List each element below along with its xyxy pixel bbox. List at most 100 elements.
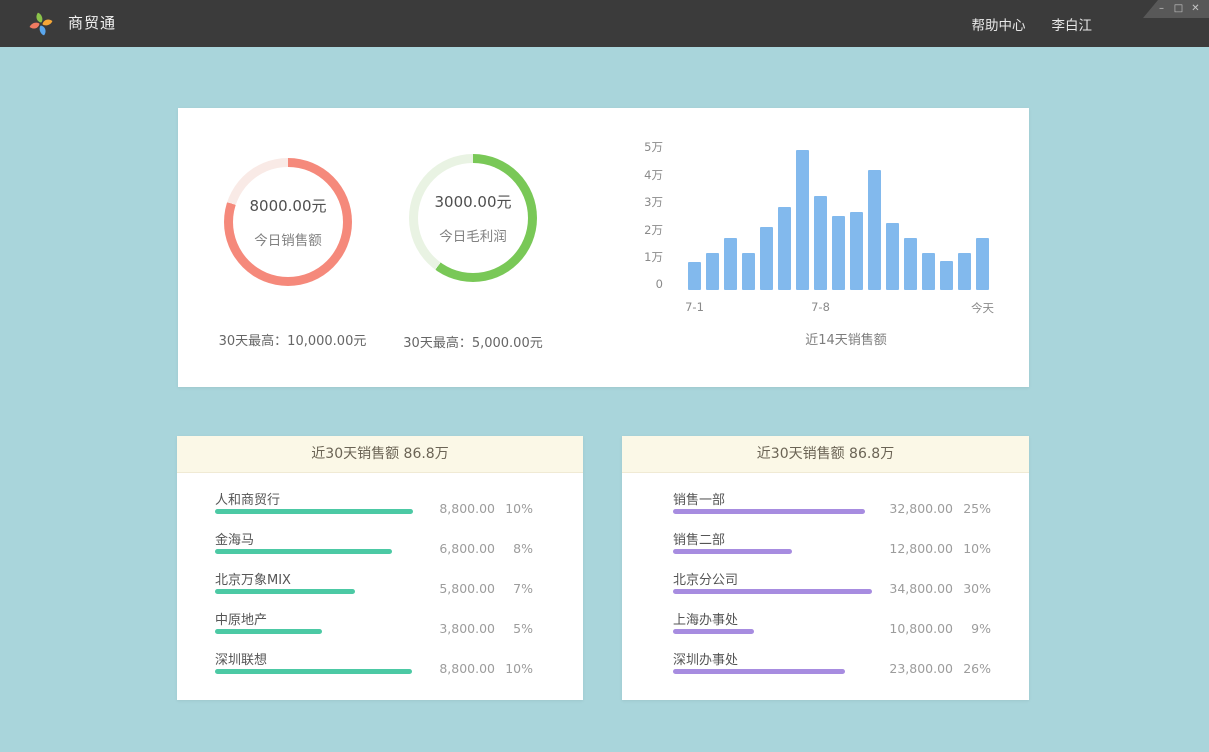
ranking-item-percent: 10% — [495, 661, 533, 676]
ranking-item-amount: 5,800.00 — [420, 581, 495, 596]
ranking-item-values: 3,800.005% — [420, 621, 533, 636]
bar — [940, 261, 953, 290]
ranking-item-name: 中原地产 — [215, 609, 267, 628]
close-button[interactable]: ✕ — [1187, 0, 1204, 18]
y-axis-tick: 4万 — [618, 167, 663, 183]
ranking-item-amount: 34,800.00 — [878, 581, 953, 596]
ranking-item-bar — [215, 509, 413, 514]
ranking-item-name: 人和商贸行 — [215, 489, 280, 508]
ranking-item-values: 32,800.0025% — [878, 501, 991, 516]
x-axis-tick: 今天 — [971, 300, 994, 316]
customer-ranking-card: 近30天销售额 86.8万 人和商贸行8,800.0010%金海马6,800.0… — [177, 436, 583, 700]
ranking-item-bar — [215, 549, 392, 554]
ranking-item-values: 8,800.0010% — [420, 501, 533, 516]
today-profit-value: 3000.00元 — [434, 191, 511, 212]
ranking-item: 上海办事处 10,800.009% — [673, 606, 991, 646]
today-profit-donut-center: 3000.00元 今日毛利润 — [418, 163, 528, 273]
ranking-item-name: 深圳办事处 — [673, 649, 738, 668]
x-axis-tick: 7-8 — [811, 300, 830, 314]
department-ranking-header: 近30天销售额 86.8万 — [622, 436, 1029, 473]
ranking-item-name: 北京万象MIX — [215, 569, 291, 588]
customer-ranking-list: 人和商贸行8,800.0010%金海马6,800.008%北京万象MIX5,80… — [177, 473, 583, 686]
titlebar-menu: 帮助中心 李白江 — [972, 0, 1093, 47]
minimize-button[interactable]: – — [1153, 0, 1170, 18]
ranking-item-percent: 26% — [953, 661, 991, 676]
bar — [742, 253, 755, 290]
profit-30d-max: 30天最高：5,000.00元 — [378, 332, 568, 351]
y-axis-tick: 5万 — [618, 139, 663, 155]
ranking-item-values: 8,800.0010% — [420, 661, 533, 676]
ranking-item-amount: 8,800.00 — [420, 501, 495, 516]
bar — [976, 238, 989, 290]
ranking-item-bar — [215, 629, 322, 634]
ranking-item: 销售一部 32,800.0025% — [673, 486, 991, 526]
bar — [886, 223, 899, 290]
pinwheel-logo-icon — [26, 9, 56, 39]
ranking-item: 深圳联想 8,800.0010% — [215, 646, 533, 686]
sales-30d-max: 30天最高：10,000.00元 — [195, 330, 390, 349]
bar — [832, 216, 845, 290]
today-sales-donut: 8000.00元 今日销售额 — [224, 158, 352, 286]
ranking-item: 金海马 6,800.008% — [215, 526, 533, 566]
ranking-item-percent: 30% — [953, 581, 991, 596]
ranking-item-amount: 6,800.00 — [420, 541, 495, 556]
ranking-item: 北京分公司 34,800.0030% — [673, 566, 991, 606]
bar — [760, 227, 773, 290]
help-center-link[interactable]: 帮助中心 — [972, 14, 1026, 34]
ranking-item-bar — [673, 509, 865, 514]
ranking-item-percent: 10% — [953, 541, 991, 556]
ranking-item-values: 5,800.007% — [420, 581, 533, 596]
ranking-item-name: 上海办事处 — [673, 609, 738, 628]
overview-card: 8000.00元 今日销售额 30天最高：10,000.00元 3000.00元… — [178, 108, 1029, 387]
user-menu[interactable]: 李白江 — [1052, 14, 1093, 34]
ranking-item-values: 23,800.0026% — [878, 661, 991, 676]
ranking-item-amount: 8,800.00 — [420, 661, 495, 676]
ranking-item-amount: 10,800.00 — [878, 621, 953, 636]
ranking-item-percent: 25% — [953, 501, 991, 516]
ranking-item-name: 深圳联想 — [215, 649, 267, 668]
ranking-item-name: 北京分公司 — [673, 569, 738, 588]
ranking-item-values: 34,800.0030% — [878, 581, 991, 596]
ranking-item: 人和商贸行 8,800.0010% — [215, 486, 533, 526]
today-sales-value: 8000.00元 — [249, 195, 326, 216]
today-profit-donut: 3000.00元 今日毛利润 — [409, 154, 537, 282]
window-controls: – □ ✕ — [1143, 0, 1209, 18]
today-profit-label: 今日毛利润 — [439, 225, 507, 245]
bar — [706, 253, 719, 290]
y-axis-tick: 2万 — [618, 222, 663, 238]
ranking-item-percent: 9% — [953, 621, 991, 636]
bar — [688, 262, 701, 290]
bar — [724, 238, 737, 290]
ranking-item-percent: 7% — [495, 581, 533, 596]
bar — [796, 150, 809, 290]
app-title: 商贸通 — [68, 0, 116, 47]
y-axis-tick: 3万 — [618, 194, 663, 210]
ranking-item-bar — [215, 669, 412, 674]
bar — [868, 170, 881, 290]
bar — [778, 207, 791, 290]
ranking-item-percent: 8% — [495, 541, 533, 556]
maximize-button[interactable]: □ — [1170, 0, 1187, 18]
ranking-item-values: 12,800.0010% — [878, 541, 991, 556]
ranking-item-name: 销售一部 — [673, 489, 725, 508]
y-axis-tick: 1万 — [618, 249, 663, 265]
ranking-item-name: 金海马 — [215, 529, 254, 548]
titlebar: 商贸通 帮助中心 李白江 – □ ✕ — [0, 0, 1209, 47]
today-sales-donut-center: 8000.00元 今日销售额 — [233, 167, 343, 277]
ranking-item: 中原地产 3,800.005% — [215, 606, 533, 646]
bar-chart-title: 近14天销售额 — [746, 329, 946, 348]
bar — [922, 253, 935, 290]
ranking-item-bar — [673, 629, 754, 634]
ranking-item-bar — [215, 589, 355, 594]
sales-bar-chart — [688, 149, 989, 290]
ranking-item-values: 6,800.008% — [420, 541, 533, 556]
today-sales-label: 今日销售额 — [254, 229, 322, 249]
ranking-item: 销售二部12,800.0010% — [673, 526, 991, 566]
bar — [904, 238, 917, 290]
ranking-item-percent: 10% — [495, 501, 533, 516]
department-ranking-list: 销售一部 32,800.0025% 销售二部12,800.0010% 北京分公司 34,… — [622, 473, 1029, 686]
bar — [814, 196, 827, 290]
ranking-item-values: 10,800.009% — [878, 621, 991, 636]
ranking-item-bar — [673, 669, 845, 674]
ranking-item-bar — [673, 589, 872, 594]
